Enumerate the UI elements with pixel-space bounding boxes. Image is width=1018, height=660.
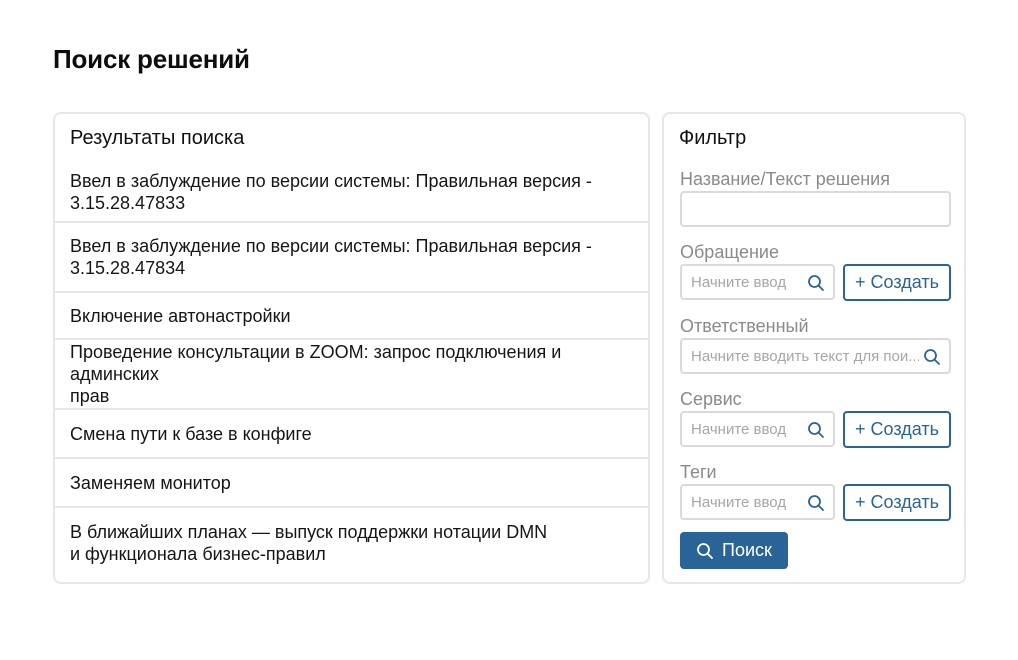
create-service-button[interactable]: + Создать: [843, 411, 951, 448]
result-item-text: Ввел в заблуждение по версии системы: Пр…: [70, 170, 592, 213]
result-item-text: Смена пути к базе в конфиге: [70, 423, 312, 444]
responsible-input[interactable]: [682, 340, 949, 372]
results-panel: Результаты поиска Ввел в заблуждение по …: [53, 112, 650, 584]
name-field[interactable]: [682, 193, 949, 225]
search-button-label: Поиск: [722, 540, 772, 560]
search-icon: [697, 542, 713, 559]
page-title: Поиск решений: [53, 44, 250, 74]
create-tag-button[interactable]: + Создать: [843, 484, 951, 521]
result-item[interactable]: Проведение консультации в ZOOM: запрос п…: [55, 340, 648, 410]
results-title: Результаты поиска: [70, 127, 245, 149]
result-item[interactable]: Заменяем монитор: [55, 459, 648, 508]
result-item[interactable]: Включение автонастройки: [55, 293, 648, 340]
result-item[interactable]: В ближайших планах — выпуск поддержки но…: [55, 508, 648, 578]
results-list: Ввел в заблуждение по версии системы: Пр…: [55, 162, 648, 578]
search-icon[interactable]: [807, 494, 825, 512]
search-button[interactable]: Поиск: [680, 532, 788, 569]
result-item-text: Проведение консультации в ZOOM: запрос п…: [70, 342, 562, 406]
request-label: Обращение: [680, 242, 779, 262]
responsible-field-wrapper: [680, 338, 951, 374]
result-item[interactable]: Ввел в заблуждение по версии системы: Пр…: [55, 162, 648, 223]
filter-title: Фильтр: [679, 127, 747, 149]
result-item-text: Ввел в заблуждение по версии системы: Пр…: [70, 236, 592, 278]
tags-label: Теги: [680, 462, 717, 482]
result-item[interactable]: Ввел в заблуждение по версии системы: Пр…: [55, 223, 648, 293]
search-icon[interactable]: [923, 348, 941, 366]
search-icon[interactable]: [807, 274, 825, 292]
create-request-button[interactable]: + Создать: [843, 264, 951, 301]
service-field-wrapper: [680, 411, 835, 447]
result-item-text: Включение автонастройки: [70, 305, 291, 326]
result-item[interactable]: Смена пути к базе в конфиге: [55, 410, 648, 459]
tags-field-wrapper: [680, 484, 835, 520]
filter-panel: Фильтр Название/Текст решения Обращение …: [662, 112, 966, 584]
search-icon[interactable]: [807, 421, 825, 439]
responsible-label: Ответственный: [680, 316, 809, 336]
request-field-wrapper: [680, 264, 835, 300]
service-label: Сервис: [680, 389, 742, 409]
name-field-wrapper: [680, 191, 951, 227]
result-item-text: Заменяем монитор: [70, 472, 231, 493]
name-label: Название/Текст решения: [680, 169, 890, 189]
result-item-text: В ближайших планах — выпуск поддержки но…: [70, 522, 548, 564]
